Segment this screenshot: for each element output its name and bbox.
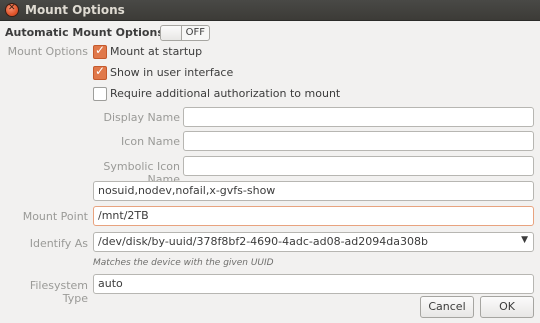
mount-at-startup-label[interactable]: Mount at startup	[110, 45, 202, 58]
display-name-label: Display Name	[103, 111, 181, 124]
switch-state: OFF	[185, 27, 205, 38]
window-title: Mount Options	[25, 3, 125, 17]
icon-name-label: Icon Name	[121, 135, 180, 148]
mount-point-label: Mount Point	[22, 210, 88, 223]
show-in-ui-checkbox[interactable]	[93, 64, 107, 80]
identify-as-value: /dev/disk/by-uuid/378f8bf2-4690-4adc-ad0…	[98, 235, 428, 248]
automatic-mount-options-switch[interactable]: OFF	[160, 25, 210, 41]
require-auth-checkbox[interactable]	[93, 87, 107, 101]
display-name-field[interactable]	[183, 107, 534, 127]
show-in-ui-label[interactable]: Show in user interface	[110, 66, 233, 79]
close-icon[interactable]	[6, 3, 18, 16]
title-bar: Mount Options	[0, 0, 540, 21]
mount-point-field[interactable]: /mnt/2TB	[93, 206, 534, 226]
icon-name-field[interactable]	[183, 131, 534, 151]
symbolic-icon-name-field[interactable]	[183, 156, 534, 176]
require-auth-label[interactable]: Require additional authorization to moun…	[110, 87, 340, 100]
identify-as-hint: Matches the device with the given UUID	[93, 258, 274, 268]
mount-at-startup-checkbox[interactable]	[93, 43, 107, 59]
switch-knob	[161, 26, 182, 40]
chevron-down-icon[interactable]: ▼	[521, 235, 528, 245]
cancel-button[interactable]: Cancel	[420, 296, 474, 318]
identify-as-label: Identify As	[29, 237, 88, 250]
filesystem-type-label: Filesystem Type	[29, 279, 88, 305]
filesystem-type-field[interactable]: auto	[93, 274, 534, 294]
mount-options-field[interactable]: nosuid,nodev,nofail,x-gvfs-show	[93, 181, 534, 201]
mount-options-section-label: Mount Options	[7, 45, 88, 58]
identify-as-dropdown[interactable]: /dev/disk/by-uuid/378f8bf2-4690-4adc-ad0…	[93, 232, 534, 252]
ok-button[interactable]: OK	[480, 296, 534, 318]
automatic-mount-options-label: Automatic Mount Options	[5, 26, 164, 39]
